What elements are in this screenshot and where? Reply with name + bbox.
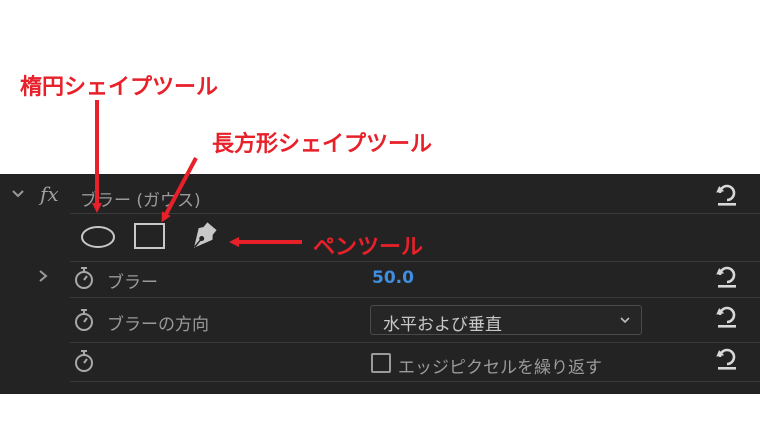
separator [70, 342, 760, 343]
effect-name: ブラー (ガウス) [80, 191, 201, 211]
annotation-pen-tool: ペンツール [313, 235, 424, 260]
separator [70, 297, 760, 298]
chevron-down-icon [620, 317, 630, 324]
separator [70, 381, 760, 382]
direction-selected-value: 水平および垂直 [383, 315, 502, 335]
blurriness-value[interactable]: 50.0 [372, 268, 414, 288]
annotation-ellipse-tool: 楕円シェイプツール [20, 75, 219, 100]
reset-icon[interactable] [714, 263, 740, 289]
stopwatch-icon[interactable] [72, 348, 96, 374]
pen-mask-icon[interactable] [185, 219, 221, 255]
separator [70, 261, 760, 262]
stopwatch-icon[interactable] [72, 307, 96, 333]
fx-badge[interactable]: fx [40, 182, 59, 206]
ellipse-mask-icon[interactable] [78, 224, 118, 250]
repeat-edge-checkbox[interactable] [371, 353, 391, 373]
reset-icon[interactable] [714, 181, 740, 207]
blurriness-label: ブラー [107, 273, 158, 293]
repeat-edge-label: エッジピクセルを繰り返す [398, 358, 602, 378]
reset-icon[interactable] [714, 345, 740, 371]
annotation-rectangle-tool: 長方形シェイプツール [212, 132, 433, 157]
direction-label: ブラーの方向 [107, 315, 209, 335]
collapse-chevron-icon[interactable] [10, 186, 26, 202]
separator [70, 213, 760, 214]
expand-chevron-icon[interactable] [36, 268, 50, 284]
direction-dropdown[interactable]: 水平および垂直 [370, 305, 642, 335]
reset-icon[interactable] [714, 303, 740, 329]
stopwatch-icon[interactable] [72, 265, 96, 291]
rectangle-mask-icon[interactable] [133, 222, 167, 250]
